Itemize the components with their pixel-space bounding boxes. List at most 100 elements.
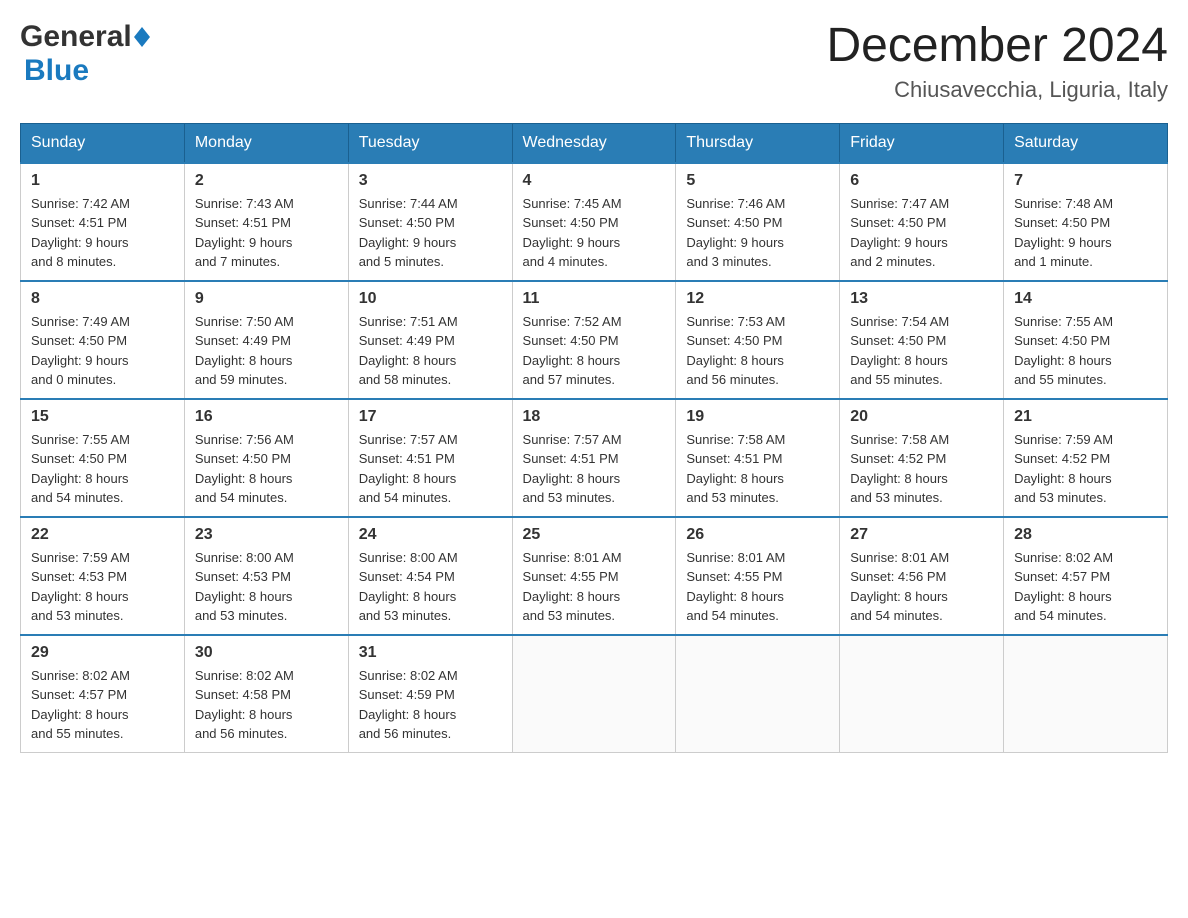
calendar-cell xyxy=(840,635,1004,753)
day-number: 31 xyxy=(359,644,502,662)
calendar-cell: 3 Sunrise: 7:44 AMSunset: 4:50 PMDaylight… xyxy=(348,163,512,281)
calendar-cell: 2 Sunrise: 7:43 AMSunset: 4:51 PMDaylight… xyxy=(184,163,348,281)
calendar-cell: 10 Sunrise: 7:51 AMSunset: 4:49 PMDayligh… xyxy=(348,281,512,399)
day-info: Sunrise: 8:02 AMSunset: 4:59 PMDaylight:… xyxy=(359,666,502,744)
day-info: Sunrise: 7:50 AMSunset: 4:49 PMDaylight:… xyxy=(195,312,338,390)
calendar-cell xyxy=(1004,635,1168,753)
day-info: Sunrise: 7:59 AMSunset: 4:53 PMDaylight:… xyxy=(31,548,174,626)
calendar-cell: 28Sunrise: 8:02 AMSunset: 4:57 PMDayligh… xyxy=(1004,517,1168,635)
day-info: Sunrise: 8:00 AMSunset: 4:54 PMDaylight:… xyxy=(359,548,502,626)
day-info: Sunrise: 7:57 AMSunset: 4:51 PMDaylight:… xyxy=(359,430,502,508)
day-info: Sunrise: 8:02 AMSunset: 4:57 PMDaylight:… xyxy=(1014,548,1157,626)
calendar-week-row: 22 Sunrise: 7:59 AMSunset: 4:53 PMDayligh… xyxy=(21,517,1168,635)
day-number: 20 xyxy=(850,408,993,426)
day-info: Sunrise: 7:42 AMSunset: 4:51 PMDaylight:… xyxy=(31,194,174,272)
day-number: 2 xyxy=(195,172,338,190)
day-number: 4 xyxy=(523,172,666,190)
calendar-cell: 5 Sunrise: 7:46 AMSunset: 4:50 PMDaylight… xyxy=(676,163,840,281)
calendar-week-row: 29Sunrise: 8:02 AMSunset: 4:57 PMDayligh… xyxy=(21,635,1168,753)
day-info: Sunrise: 7:57 AMSunset: 4:51 PMDaylight:… xyxy=(523,430,666,508)
logo-general-text: General xyxy=(20,20,132,54)
day-info: Sunrise: 8:01 AMSunset: 4:56 PMDaylight:… xyxy=(850,548,993,626)
day-number: 8 xyxy=(31,290,174,308)
day-number: 18 xyxy=(523,408,666,426)
page-subtitle: Chiusavecchia, Liguria, Italy xyxy=(826,77,1168,103)
calendar-header-saturday: Saturday xyxy=(1004,123,1168,163)
calendar-cell: 13 Sunrise: 7:54 AMSunset: 4:50 PMDayligh… xyxy=(840,281,1004,399)
day-info: Sunrise: 7:55 AMSunset: 4:50 PMDaylight:… xyxy=(31,430,174,508)
day-number: 16 xyxy=(195,408,338,426)
calendar-cell: 17 Sunrise: 7:57 AMSunset: 4:51 PMDayligh… xyxy=(348,399,512,517)
calendar-cell xyxy=(512,635,676,753)
calendar-week-row: 15 Sunrise: 7:55 AMSunset: 4:50 PMDayligh… xyxy=(21,399,1168,517)
page-header: General Blue December 2024 Chiusavecchia… xyxy=(20,20,1168,103)
calendar-week-row: 1Sunrise: 7:42 AMSunset: 4:51 PMDaylight… xyxy=(21,163,1168,281)
calendar-header-row: SundayMondayTuesdayWednesdayThursdayFrid… xyxy=(21,123,1168,163)
calendar-cell: 22 Sunrise: 7:59 AMSunset: 4:53 PMDayligh… xyxy=(21,517,185,635)
calendar-header-thursday: Thursday xyxy=(676,123,840,163)
calendar-cell: 14Sunrise: 7:55 AMSunset: 4:50 PMDayligh… xyxy=(1004,281,1168,399)
calendar-cell xyxy=(676,635,840,753)
calendar-cell: 6Sunrise: 7:47 AMSunset: 4:50 PMDaylight… xyxy=(840,163,1004,281)
day-info: Sunrise: 7:55 AMSunset: 4:50 PMDaylight:… xyxy=(1014,312,1157,390)
day-info: Sunrise: 7:45 AMSunset: 4:50 PMDaylight:… xyxy=(523,194,666,272)
day-number: 22 xyxy=(31,526,174,544)
calendar-cell: 30 Sunrise: 8:02 AMSunset: 4:58 PMDayligh… xyxy=(184,635,348,753)
calendar-cell: 4 Sunrise: 7:45 AMSunset: 4:50 PMDaylight… xyxy=(512,163,676,281)
calendar-cell: 1Sunrise: 7:42 AMSunset: 4:51 PMDaylight… xyxy=(21,163,185,281)
page-title: December 2024 xyxy=(826,20,1168,73)
day-info: Sunrise: 7:53 AMSunset: 4:50 PMDaylight:… xyxy=(686,312,829,390)
day-info: Sunrise: 7:54 AMSunset: 4:50 PMDaylight:… xyxy=(850,312,993,390)
day-number: 25 xyxy=(523,526,666,544)
day-number: 11 xyxy=(523,290,666,308)
calendar-cell: 7Sunrise: 7:48 AMSunset: 4:50 PMDaylight… xyxy=(1004,163,1168,281)
day-info: Sunrise: 7:58 AMSunset: 4:51 PMDaylight:… xyxy=(686,430,829,508)
calendar-header-wednesday: Wednesday xyxy=(512,123,676,163)
day-info: Sunrise: 7:56 AMSunset: 4:50 PMDaylight:… xyxy=(195,430,338,508)
calendar-cell: 31 Sunrise: 8:02 AMSunset: 4:59 PMDayligh… xyxy=(348,635,512,753)
day-number: 27 xyxy=(850,526,993,544)
calendar-cell: 11 Sunrise: 7:52 AMSunset: 4:50 PMDayligh… xyxy=(512,281,676,399)
day-number: 17 xyxy=(359,408,502,426)
day-number: 15 xyxy=(31,408,174,426)
calendar-cell: 25 Sunrise: 8:01 AMSunset: 4:55 PMDayligh… xyxy=(512,517,676,635)
day-number: 6 xyxy=(850,172,993,190)
day-info: Sunrise: 8:01 AMSunset: 4:55 PMDaylight:… xyxy=(523,548,666,626)
day-number: 10 xyxy=(359,290,502,308)
day-number: 3 xyxy=(359,172,502,190)
day-info: Sunrise: 7:48 AMSunset: 4:50 PMDaylight:… xyxy=(1014,194,1157,272)
calendar-week-row: 8 Sunrise: 7:49 AMSunset: 4:50 PMDaylight… xyxy=(21,281,1168,399)
day-info: Sunrise: 8:02 AMSunset: 4:58 PMDaylight:… xyxy=(195,666,338,744)
calendar-cell: 19 Sunrise: 7:58 AMSunset: 4:51 PMDayligh… xyxy=(676,399,840,517)
title-block: December 2024 Chiusavecchia, Liguria, It… xyxy=(826,20,1168,103)
calendar-header-tuesday: Tuesday xyxy=(348,123,512,163)
day-number: 5 xyxy=(686,172,829,190)
day-info: Sunrise: 7:46 AMSunset: 4:50 PMDaylight:… xyxy=(686,194,829,272)
calendar-header-monday: Monday xyxy=(184,123,348,163)
calendar-cell: 20 Sunrise: 7:58 AMSunset: 4:52 PMDayligh… xyxy=(840,399,1004,517)
calendar-cell: 12Sunrise: 7:53 AMSunset: 4:50 PMDayligh… xyxy=(676,281,840,399)
day-info: Sunrise: 7:52 AMSunset: 4:50 PMDaylight:… xyxy=(523,312,666,390)
day-info: Sunrise: 8:01 AMSunset: 4:55 PMDaylight:… xyxy=(686,548,829,626)
day-info: Sunrise: 7:44 AMSunset: 4:50 PMDaylight:… xyxy=(359,194,502,272)
logo: General Blue xyxy=(20,20,150,88)
day-number: 9 xyxy=(195,290,338,308)
calendar-cell: 26 Sunrise: 8:01 AMSunset: 4:55 PMDayligh… xyxy=(676,517,840,635)
day-number: 29 xyxy=(31,644,174,662)
day-number: 13 xyxy=(850,290,993,308)
calendar-cell: 8 Sunrise: 7:49 AMSunset: 4:50 PMDaylight… xyxy=(21,281,185,399)
day-info: Sunrise: 7:59 AMSunset: 4:52 PMDaylight:… xyxy=(1014,430,1157,508)
calendar-cell: 27 Sunrise: 8:01 AMSunset: 4:56 PMDayligh… xyxy=(840,517,1004,635)
calendar-table: SundayMondayTuesdayWednesdayThursdayFrid… xyxy=(20,123,1168,753)
calendar-cell: 15 Sunrise: 7:55 AMSunset: 4:50 PMDayligh… xyxy=(21,399,185,517)
day-info: Sunrise: 7:58 AMSunset: 4:52 PMDaylight:… xyxy=(850,430,993,508)
calendar-header-sunday: Sunday xyxy=(21,123,185,163)
day-number: 26 xyxy=(686,526,829,544)
day-info: Sunrise: 7:51 AMSunset: 4:49 PMDaylight:… xyxy=(359,312,502,390)
day-number: 19 xyxy=(686,408,829,426)
day-number: 21 xyxy=(1014,408,1157,426)
day-info: Sunrise: 7:43 AMSunset: 4:51 PMDaylight:… xyxy=(195,194,338,272)
calendar-header-friday: Friday xyxy=(840,123,1004,163)
day-info: Sunrise: 7:49 AMSunset: 4:50 PMDaylight:… xyxy=(31,312,174,390)
day-number: 30 xyxy=(195,644,338,662)
